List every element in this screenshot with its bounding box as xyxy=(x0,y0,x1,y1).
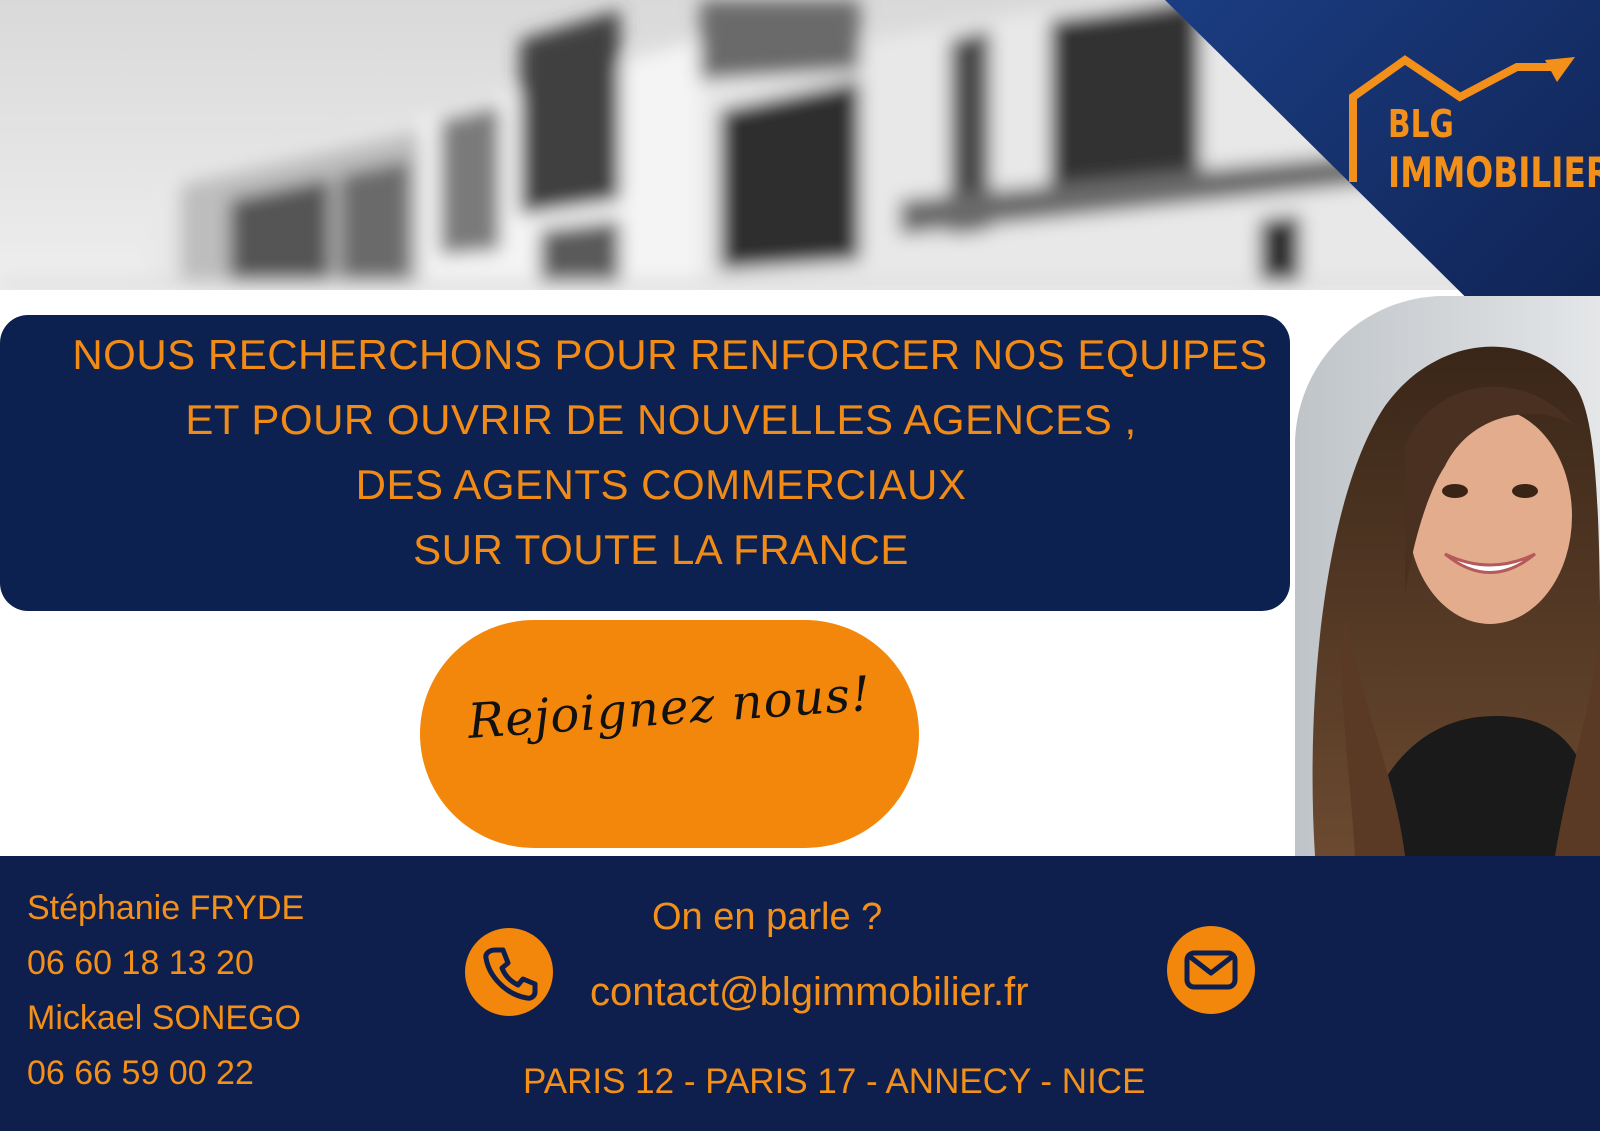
contact-footer: Stéphanie FRYDE 06 60 18 13 20 Mickael S… xyxy=(0,856,1600,1131)
message-line: DES AGENTS COMMERCIAUX xyxy=(355,461,967,508)
message-line: SUR TOUTE LA FRANCE xyxy=(413,526,909,573)
mail-icon[interactable] xyxy=(1167,926,1255,1014)
talk-heading: On en parle ? xyxy=(652,896,883,938)
woman-portrait xyxy=(1295,296,1600,856)
logo-text-immobilier: IMMOBILIER xyxy=(1388,148,1600,197)
agency-cities: PARIS 12 - PARIS 17 - ANNECY - NICE xyxy=(523,1062,1146,1101)
logo-text-blg: BLG xyxy=(1388,102,1454,146)
contact-phone[interactable]: 06 60 18 13 20 xyxy=(27,944,254,983)
message-line: ET POUR OUVRIR DE NOUVELLES AGENCES , xyxy=(185,396,1137,443)
message-line: NOUS RECHERCHONS POUR RENFORCER NOS EQUI… xyxy=(72,331,1268,378)
join-us-label: Rejoignez nous! xyxy=(466,665,873,751)
phone-icon[interactable] xyxy=(465,928,553,1016)
recruitment-message: NOUS RECHERCHONS POUR RENFORCER NOS EQUI… xyxy=(0,315,1290,611)
join-us-button[interactable]: Rejoignez nous! xyxy=(420,620,919,848)
contact-email-link[interactable]: contact@blgimmobilier.fr xyxy=(590,970,1029,1015)
contact-name: Stéphanie FRYDE xyxy=(27,889,305,927)
brand-logo: BLG IMMOBILIER xyxy=(1345,52,1600,202)
contact-phone[interactable]: 06 66 59 00 22 xyxy=(27,1054,254,1093)
contact-name: Mickael SONEGO xyxy=(27,999,301,1037)
